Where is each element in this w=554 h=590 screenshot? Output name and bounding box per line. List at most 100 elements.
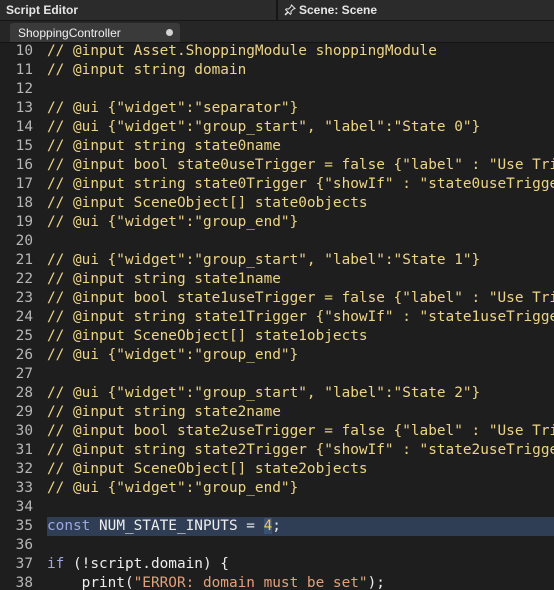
code-token: // @input string state2name <box>47 404 281 420</box>
line-number: 10 <box>15 43 33 59</box>
tab-label: ShoppingController <box>18 25 121 40</box>
code-token: // @input bool state1useTrigger = false … <box>47 290 554 306</box>
code-line[interactable]: 36 <box>0 536 554 555</box>
code-text: // @input bool state0useTrigger = false … <box>47 156 554 175</box>
line-number: 33 <box>15 480 33 496</box>
line-number: 15 <box>15 138 33 154</box>
code-text: // @input bool state2useTrigger = false … <box>47 422 554 441</box>
line-number: 19 <box>15 214 33 230</box>
code-token: if <box>47 556 65 572</box>
code-text: // @input SceneObject[] state0objects <box>47 194 554 213</box>
code-line[interactable]: 24 // @input string state1Trigger {"showI… <box>0 308 554 327</box>
code-editor[interactable]: 10 // @input Asset.ShoppingModule shoppin… <box>0 43 554 590</box>
code-text: // @input SceneObject[] state2objects <box>47 460 554 479</box>
code-token: {"widget":"separator"} <box>107 100 299 116</box>
code-line[interactable]: 29 // @input string state2name <box>0 403 554 422</box>
code-line[interactable]: 14 // @ui {"widget":"group_start", "label… <box>0 118 554 137</box>
code-token: // @input bool state2useTrigger = false … <box>47 423 554 439</box>
code-text: // @input string state0Trigger {"showIf"… <box>47 175 554 194</box>
line-number: 36 <box>15 537 33 553</box>
code-line[interactable]: 35 const NUM_STATE_INPUTS = 4; <box>0 517 554 536</box>
line-number: 13 <box>15 100 33 116</box>
code-token: // @input string state0name <box>47 138 281 154</box>
code-line[interactable]: 17 // @input string state0Trigger {"showI… <box>0 175 554 194</box>
code-line[interactable]: 34 <box>0 498 554 517</box>
code-text: // @ui {"widget":"group_end"} <box>47 479 554 498</box>
code-line[interactable]: 23 // @input bool state1useTrigger = fals… <box>0 289 554 308</box>
code-token: // @ui {"widget":"group_start", "label":… <box>47 252 481 268</box>
code-line[interactable]: 10 // @input Asset.ShoppingModule shoppin… <box>0 43 554 61</box>
scene-panel-title[interactable]: Scene: Scene <box>284 3 377 17</box>
line-number: 30 <box>15 423 33 439</box>
code-token: // @input string state0Trigger {"showIf"… <box>47 176 554 192</box>
line-number: 29 <box>15 404 33 420</box>
line-number: 21 <box>15 252 33 268</box>
code-token: {"widget":"group_start", "label":"State … <box>107 119 481 135</box>
line-number: 11 <box>15 62 33 78</box>
code-token: // @ui {"widget":"group_end"} <box>47 480 299 496</box>
code-line[interactable]: 12 <box>0 80 554 99</box>
code-text: const NUM_STATE_INPUTS = 4; <box>47 517 554 536</box>
code-text: // @ui {"widget":"separator"} <box>47 99 554 118</box>
code-line[interactable]: 22 // @input string state1name <box>0 270 554 289</box>
scene-panel-label: Scene: Scene <box>299 3 378 17</box>
code-text: // @input string state1name <box>47 270 554 289</box>
code-line[interactable]: 19 // @ui {"widget":"group_end"} <box>0 213 554 232</box>
code-token: ); <box>367 575 385 590</box>
code-token: // @input bool state0useTrigger = false … <box>47 157 554 173</box>
code-line[interactable]: 16 // @input bool state0useTrigger = fals… <box>0 156 554 175</box>
panel-divider[interactable] <box>276 0 278 20</box>
code-line[interactable]: 18 // @input SceneObject[] state0objects <box>0 194 554 213</box>
script-editor-panel-title[interactable]: Script Editor <box>6 3 78 17</box>
code-token: // @input string state1Trigger {"showIf"… <box>47 309 554 325</box>
line-number: 26 <box>15 347 33 363</box>
code-text: // @input string state2Trigger {"showIf"… <box>47 441 554 460</box>
code-line[interactable]: 21 // @ui {"widget":"group_start", "label… <box>0 251 554 270</box>
code-line[interactable]: 33 // @ui {"widget":"group_end"} <box>0 479 554 498</box>
line-number: 23 <box>15 290 33 306</box>
code-text: // @input string state0name <box>47 137 554 156</box>
code-text: // @ui {"widget":"group_start", "label":… <box>47 384 554 403</box>
selected-token: 4 <box>263 518 273 534</box>
line-number: 20 <box>15 233 33 249</box>
code-text: // @input string state1Trigger {"showIf"… <box>47 308 554 327</box>
code-line[interactable]: 32 // @input SceneObject[] state2objects <box>0 460 554 479</box>
code-line[interactable]: 25 // @input SceneObject[] state1objects <box>0 327 554 346</box>
unsaved-dot-icon[interactable] <box>166 29 173 36</box>
code-line[interactable]: 31 // @input string state2Trigger {"showI… <box>0 441 554 460</box>
code-token: // @input string domain <box>47 62 247 78</box>
code-token: (!script.domain) { <box>64 556 229 572</box>
code-token: // @input string state2Trigger {"showIf"… <box>47 442 554 458</box>
code-line[interactable]: 13 // @ui {"widget":"separator"} <box>0 99 554 118</box>
code-token: // @ui <box>47 119 108 135</box>
code-line[interactable]: 38 print("ERROR: domain must be set"); <box>0 574 554 590</box>
line-number: 18 <box>15 195 33 211</box>
code-token: // @input SceneObject[] state2objects <box>47 461 368 477</box>
code-line[interactable]: 11 // @input string domain <box>0 61 554 80</box>
line-number: 22 <box>15 271 33 287</box>
code-token: const <box>47 518 91 534</box>
code-token: // @input Asset.ShoppingModule shoppingM… <box>47 43 437 59</box>
code-line[interactable]: 20 <box>0 232 554 251</box>
line-number: 35 <box>15 518 33 534</box>
line-number: 16 <box>15 157 33 173</box>
code-line[interactable]: 28 // @ui {"widget":"group_start", "label… <box>0 384 554 403</box>
code-text: // @ui {"widget":"group_end"} <box>47 346 554 365</box>
code-text: // @ui {"widget":"group_start", "label":… <box>47 118 554 137</box>
code-line[interactable]: 27 <box>0 365 554 384</box>
code-text: // @input string state2name <box>47 403 554 422</box>
code-text: // @input SceneObject[] state1objects <box>47 327 554 346</box>
tab-shopping-controller[interactable]: ShoppingController <box>10 23 180 42</box>
line-number: 34 <box>15 499 33 515</box>
line-number: 38 <box>15 575 33 590</box>
code-line[interactable]: 30 // @input bool state2useTrigger = fals… <box>0 422 554 441</box>
code-line[interactable]: 37 if (!script.domain) { <box>0 555 554 574</box>
code-token: // @input SceneObject[] state0objects <box>47 195 368 211</box>
code-text: // @input bool state1useTrigger = false … <box>47 289 554 308</box>
code-text: if (!script.domain) { <box>47 555 554 574</box>
code-token: print( <box>47 575 134 590</box>
code-line[interactable]: 15 // @input string state0name <box>0 137 554 156</box>
line-number: 27 <box>15 366 33 382</box>
code-line[interactable]: 26 // @ui {"widget":"group_end"} <box>0 346 554 365</box>
panel-header-bar: Script Editor Scene: Scene <box>0 0 554 21</box>
